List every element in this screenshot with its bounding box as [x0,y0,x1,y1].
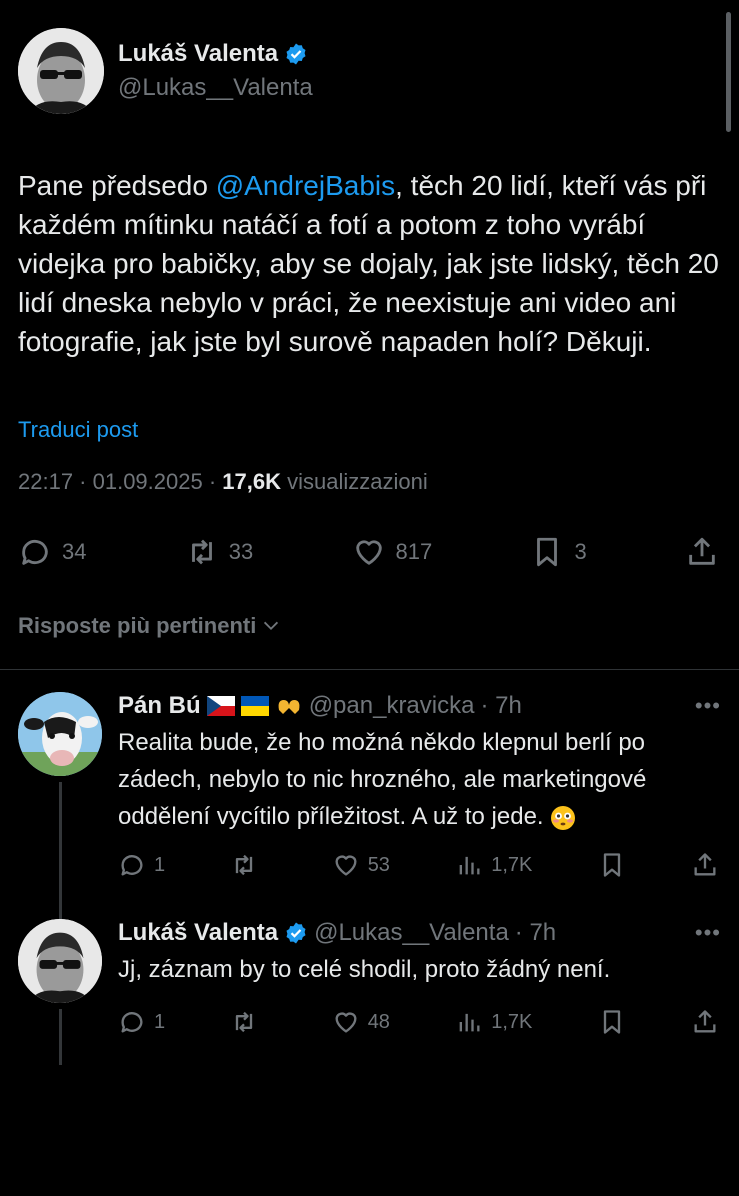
more-options-icon[interactable]: ••• [695,920,721,946]
flushed-face-icon [551,805,576,830]
reply-icon [121,855,143,876]
post-timestamp[interactable]: 22:17 · 01.09.2025 · [18,469,222,494]
reply-author-name[interactable]: Pán Bú [118,692,201,720]
verified-badge-icon [286,43,306,65]
like-count: 48 [367,1010,390,1033]
views-button[interactable]: 1,7K [455,851,532,879]
reply-icon [22,540,48,565]
share-icon [689,537,715,565]
ukraine-flag-icon [240,696,269,716]
reply-count: 1 [154,1010,166,1033]
author-display-name[interactable]: Lukáš Valenta [118,40,313,68]
reply-text: Realita bude, že ho možná někdo klepnul … [118,724,721,835]
repost-button[interactable]: 33 [185,535,253,569]
thread-line [59,1009,62,1065]
more-options-icon[interactable]: ••• [695,693,721,719]
sort-label: Risposte più pertinenti [18,613,257,638]
views-chart-icon [459,856,480,875]
heart-icon [335,855,357,876]
author-handle[interactable]: @Lukas__Valenta [118,74,313,102]
czech-flag-icon [206,696,235,716]
bookmark-icon [603,853,620,877]
views-count: 17,6K [222,469,281,494]
repost-icon [236,1011,253,1033]
bookmark-button[interactable] [598,851,626,879]
reply-avatar[interactable] [18,692,102,776]
main-post: Lukáš Valenta @Lukas__Valenta Pane předs… [0,0,739,639]
views-chart-icon [459,1013,480,1032]
post-meta: 22:17 · 01.09.2025 · 17,6K visualizzazio… [18,469,721,495]
like-count: 817 [395,539,433,564]
author-avatar[interactable] [18,28,104,114]
heart-icon [355,540,382,565]
reply-count: 34 [62,539,87,564]
heart-icon [335,1012,357,1033]
reply-author-handle[interactable]: @Lukas__Valenta [314,919,509,947]
verified-badge-icon [286,922,306,944]
reply-count: 1 [154,853,166,876]
reply-item[interactable]: Pán Bú @pan_kravicka · 7h ••• Realita bu… [0,670,739,978]
post-text-start: Pane předsedo [18,170,216,201]
bookmark-count: 3 [574,539,587,564]
bookmark-button[interactable]: 3 [530,535,587,569]
reply-icon [121,1012,143,1033]
author-row[interactable]: Lukáš Valenta @Lukas__Valenta [18,28,721,114]
post-actions: 34 33 817 3 [18,535,721,569]
reply-header: Pán Bú @pan_kravicka · 7h ••• [118,692,721,720]
reply-item[interactable]: Lukáš Valenta @Lukas__Valenta · 7h ••• J… [0,879,739,1065]
share-button[interactable] [691,1008,719,1036]
author-name-text: Lukáš Valenta [118,40,279,67]
views-label: visualizzazioni [280,469,428,494]
reply-actions: 1 48 1,7K [118,1008,721,1036]
views-button[interactable]: 1,7K [455,1008,532,1036]
bookmark-icon [537,537,558,567]
like-button[interactable]: 817 [352,535,433,569]
share-icon [694,853,716,876]
translate-post-link[interactable]: Traduci post [18,417,721,443]
repost-button[interactable] [230,851,266,879]
repost-count: 33 [228,539,254,564]
share-icon [694,1010,716,1033]
reply-text: Jj, záznam by to celé shodil, proto žádn… [118,956,611,983]
like-count: 53 [367,853,390,876]
share-button[interactable] [685,535,719,569]
reply-author-handle[interactable]: @pan_kravicka [309,692,475,720]
reply-button[interactable]: 1 [118,1008,165,1036]
share-button[interactable] [691,851,719,879]
reply-actions: 1 53 1,7K [118,851,721,879]
post-text: Pane předsedo @AndrejBabis, těch 20 lidí… [18,166,721,361]
reply-button[interactable]: 1 [118,851,165,879]
reply-author-name[interactable]: Lukáš Valenta [118,919,278,947]
reply-header: Lukáš Valenta @Lukas__Valenta · 7h ••• [118,919,721,947]
repost-icon [191,539,212,565]
reply-time[interactable]: · 7h [515,919,556,947]
chevron-down-icon [264,621,279,631]
reply-time[interactable]: · 7h [480,692,521,720]
scrollbar[interactable] [726,12,731,132]
heart-hands-icon [278,700,300,714]
bookmark-button[interactable] [598,1008,626,1036]
bookmark-icon [603,1010,620,1034]
like-button[interactable]: 48 [332,1008,390,1036]
repost-icon [236,854,253,876]
mention-link[interactable]: @AndrejBabis [216,170,395,201]
like-button[interactable]: 53 [332,851,390,879]
views-count: 1,7K [491,1010,533,1033]
reply-avatar[interactable] [18,919,102,1003]
views-count: 1,7K [491,853,533,876]
replies-sort-dropdown[interactable]: Risposte più pertinenti [18,613,721,639]
reply-button[interactable]: 34 [18,535,86,569]
repost-button[interactable] [230,1008,266,1036]
